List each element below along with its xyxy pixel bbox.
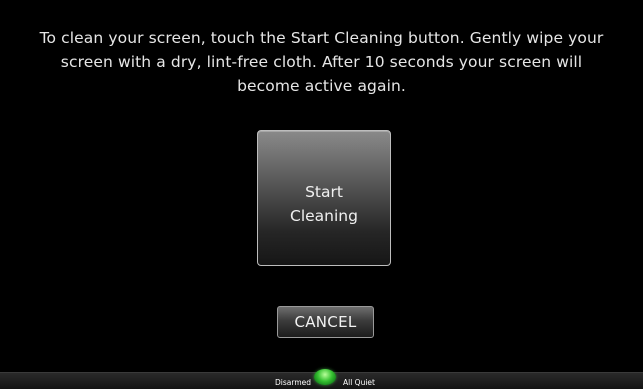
instructions-line-1: To clean your screen, touch the Start Cl… — [39, 29, 604, 47]
cancel-button[interactable]: CANCEL — [277, 306, 374, 338]
green-status-light-icon — [314, 369, 336, 385]
screen-cleaning-view: To clean your screen, touch the Start Cl… — [0, 0, 643, 389]
start-cleaning-label: Start Cleaning — [290, 180, 358, 228]
start-cleaning-label-line-2: Cleaning — [290, 207, 358, 225]
arm-status-text: Disarmed — [275, 378, 311, 387]
start-cleaning-button[interactable]: Start Cleaning — [257, 130, 391, 266]
start-cleaning-label-line-1: Start — [305, 183, 343, 201]
instructions-line-3: become active again. — [237, 77, 406, 95]
sensor-status-text: All Quiet — [343, 378, 375, 387]
cleaning-instructions: To clean your screen, touch the Start Cl… — [0, 26, 643, 98]
instructions-line-2: screen with a dry, lint-free cloth. Afte… — [60, 53, 583, 71]
